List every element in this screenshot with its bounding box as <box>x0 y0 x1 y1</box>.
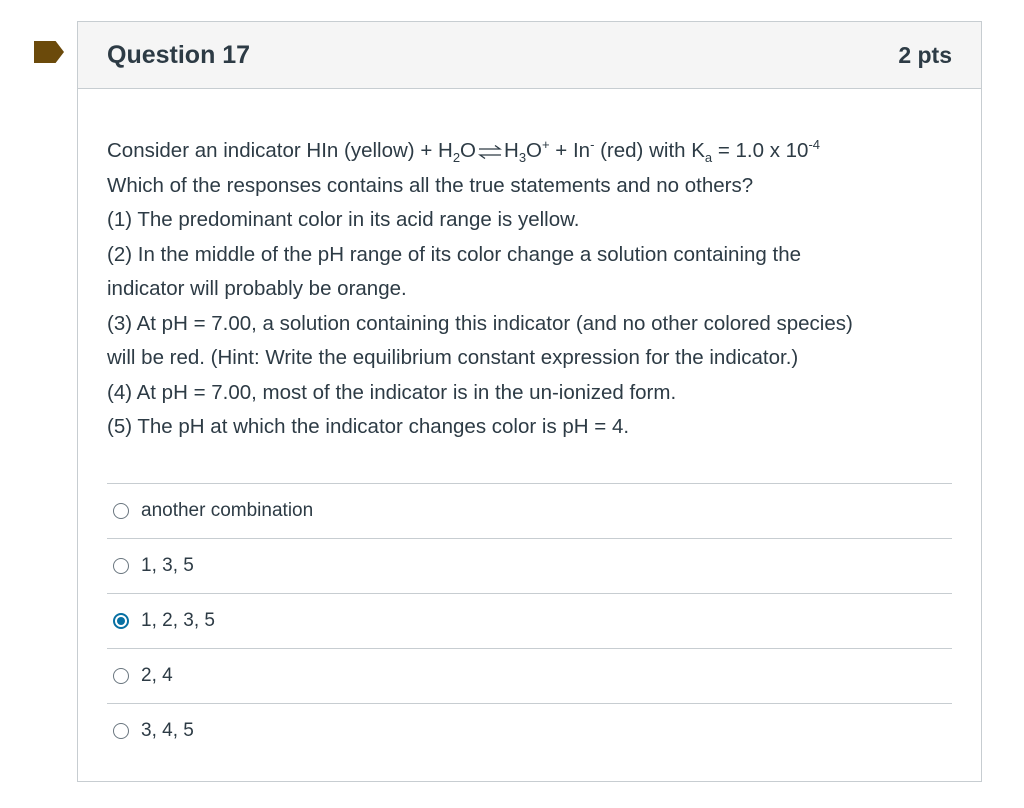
answer-option[interactable]: 1, 2, 3, 5 <box>107 594 952 649</box>
eq-text-3: H <box>504 139 519 162</box>
question-card: Question 17 2 pts Consider an indicator … <box>77 21 982 782</box>
eq-text-5: + In <box>549 139 591 162</box>
answer-option[interactable]: 3, 4, 5 <box>107 704 952 759</box>
answer-label[interactable]: another combination <box>141 500 313 522</box>
eq-sup-1: + <box>542 137 550 153</box>
eq-text-6: (red) with K <box>594 139 705 162</box>
eq-text-4: O <box>526 139 542 162</box>
answer-list: another combination 1, 3, 5 1, 2, 3, 5 2… <box>107 482 952 759</box>
answer-option[interactable]: 1, 3, 5 <box>107 539 952 594</box>
eq-text-1: Consider an indicator HIn (yellow) + H <box>107 139 453 162</box>
eq-sup-3: -4 <box>808 137 821 153</box>
question-line: Which of the responses contains all the … <box>107 173 754 197</box>
eq-sub-2: 3 <box>518 150 527 166</box>
equation-line: Consider an indicator HIn (yellow) + H2O… <box>107 134 952 169</box>
radio-button[interactable] <box>113 557 129 574</box>
statement-3: (3) At pH = 7.00, a solution containing … <box>107 311 853 335</box>
question-header: Question 17 2 pts <box>78 22 981 89</box>
equilibrium-arrow-icon <box>478 144 502 159</box>
answer-label[interactable]: 3, 4, 5 <box>141 720 194 742</box>
question-body: Consider an indicator HIn (yellow) + H2O… <box>78 89 981 759</box>
radio-button[interactable] <box>113 723 129 739</box>
question-text: Consider an indicator HIn (yellow) + H2O… <box>107 134 952 445</box>
bookmark-flag-icon[interactable] <box>34 41 64 63</box>
eq-text-7: = 1.0 x 10 <box>712 139 809 162</box>
statement-2-cont: indicator will probably be orange. <box>107 277 407 300</box>
statement-4: (4) At pH = 7.00, most of the indicator … <box>107 380 677 404</box>
answer-label[interactable]: 1, 3, 5 <box>141 555 194 577</box>
eq-sub-1: 2 <box>452 150 461 166</box>
statement-5: (5) The pH at which the indicator change… <box>107 415 630 438</box>
answer-label[interactable]: 1, 2, 3, 5 <box>141 610 215 632</box>
question-title: Question 17 <box>107 40 251 69</box>
statement-2: (2) In the middle of the pH range of its… <box>107 242 802 266</box>
radio-button[interactable] <box>113 502 129 519</box>
radio-button-selected[interactable] <box>113 612 129 629</box>
radio-button[interactable] <box>113 667 129 684</box>
answer-option[interactable]: 2, 4 <box>107 649 952 704</box>
statement-3-cont: will be red. (Hint: Write the equilibriu… <box>107 346 799 369</box>
answer-label[interactable]: 2, 4 <box>141 665 173 687</box>
statement-1: (1) The predominant color in its acid ra… <box>107 208 580 231</box>
eq-text-2: O <box>460 139 476 162</box>
question-points: 2 pts <box>898 41 952 68</box>
answer-option[interactable]: another combination <box>107 484 952 539</box>
